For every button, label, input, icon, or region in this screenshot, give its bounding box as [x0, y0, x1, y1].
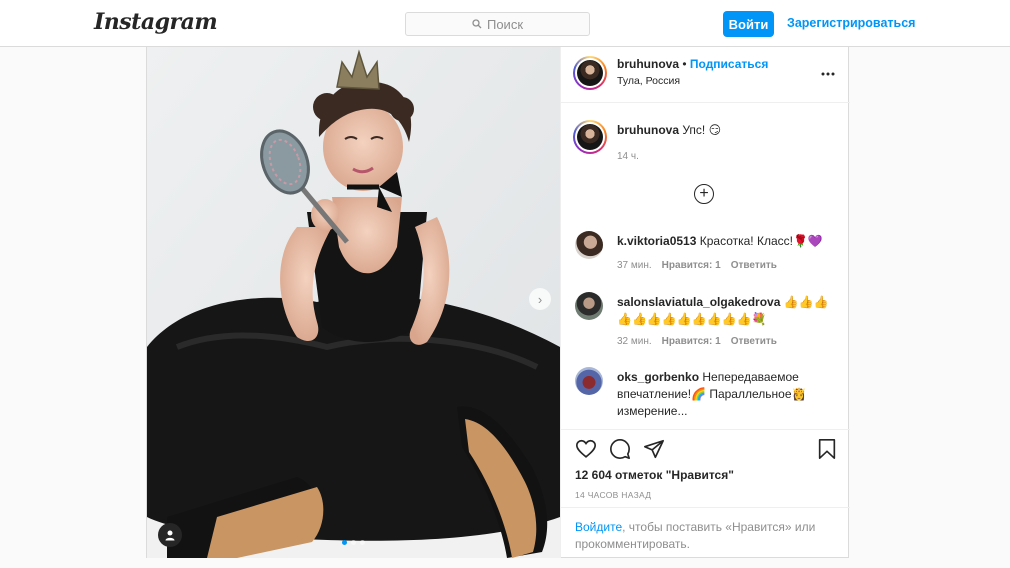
- commenter-avatar[interactable]: [575, 367, 603, 395]
- caption-username[interactable]: bruhunova: [617, 123, 679, 137]
- comment: oks_gorbenko Непередаваемое впечатление!…: [575, 367, 840, 419]
- actions-divider: [561, 429, 850, 430]
- top-navbar: Instagram Поиск Войти Зарегистрироваться: [0, 0, 1010, 47]
- comment-text: Красотка! Класс!🌹💜: [699, 234, 823, 248]
- comment-username[interactable]: salonslaviatula_olgakedrova: [617, 295, 780, 309]
- comment: k.viktoria0513 Красотка! Класс!🌹💜 37 мин…: [575, 231, 840, 279]
- search-placeholder: Поиск: [486, 16, 524, 32]
- user-icon: [165, 530, 175, 541]
- carousel-dot: [360, 540, 365, 545]
- commenter-avatar[interactable]: [575, 231, 603, 259]
- like-heart-icon[interactable]: [575, 438, 597, 460]
- share-icon[interactable]: [643, 438, 665, 460]
- separator-dot: •: [682, 57, 687, 71]
- carousel-dot: [351, 540, 356, 545]
- login-link[interactable]: Войдите: [575, 520, 622, 534]
- save-bookmark-icon[interactable]: [817, 438, 837, 460]
- author-username[interactable]: bruhunova: [617, 57, 679, 71]
- comment-body: salonslaviatula_olgakedrova 👍👍👍👍👍👍👍👍👍👍👍👍…: [617, 294, 843, 328]
- post-timestamp[interactable]: 14 ЧАСОВ НАЗАД: [575, 490, 651, 500]
- tagged-users-button[interactable]: [158, 523, 182, 547]
- chevron-right-icon: ›: [537, 291, 543, 307]
- reply-button[interactable]: Ответить: [731, 260, 777, 271]
- post-card: › bruhunova • Подписаться Тула, Россия b…: [146, 47, 850, 558]
- plus-icon: +: [699, 185, 709, 202]
- comment-username[interactable]: k.viktoria0513: [617, 234, 696, 248]
- likes-count[interactable]: 12 604 отметок "Нравится": [575, 468, 734, 482]
- carousel-dot: [342, 540, 347, 545]
- author-line: bruhunova • Подписаться: [617, 57, 768, 71]
- instagram-logo[interactable]: Instagram: [94, 9, 218, 35]
- reply-button[interactable]: Ответить: [731, 336, 777, 347]
- comment-body: oks_gorbenko Непередаваемое впечатление!…: [617, 369, 843, 420]
- photo-illustration: [147, 47, 560, 558]
- search-input[interactable]: Поиск: [405, 12, 590, 36]
- carousel-indicator: [342, 540, 365, 545]
- comment-icon[interactable]: [609, 438, 631, 460]
- post-side-panel: bruhunova • Подписаться Тула, Россия bru…: [560, 47, 850, 558]
- load-more-comments-button[interactable]: +: [694, 184, 714, 204]
- caption-text: Упс! 😏: [682, 123, 722, 137]
- register-link[interactable]: Зарегистрироваться: [787, 16, 915, 30]
- follow-button[interactable]: Подписаться: [690, 57, 768, 71]
- post-location[interactable]: Тула, Россия: [617, 75, 680, 87]
- caption: bruhunova Упс! 😏: [617, 123, 837, 137]
- post-photo[interactable]: ›: [147, 47, 560, 558]
- caption-avatar[interactable]: [573, 120, 607, 154]
- comment-meta: 32 мин. Нравится: 1 Ответить: [617, 336, 777, 347]
- author-avatar[interactable]: [573, 56, 607, 90]
- search-icon: [472, 19, 482, 29]
- comment-username[interactable]: oks_gorbenko: [617, 370, 699, 384]
- login-prompt: Войдите, чтобы поставить «Нравится» или …: [561, 507, 850, 558]
- comment: salonslaviatula_olgakedrova 👍👍👍👍👍👍👍👍👍👍👍👍…: [575, 292, 840, 352]
- comment-meta: 37 мин. Нравится: 1 Ответить: [617, 260, 777, 271]
- comment-likes[interactable]: Нравится: 1: [662, 260, 721, 271]
- more-options-icon[interactable]: [821, 63, 835, 81]
- next-slide-button[interactable]: ›: [529, 288, 551, 310]
- caption-timestamp[interactable]: 14 ч.: [617, 151, 639, 162]
- comment-body: k.viktoria0513 Красотка! Класс!🌹💜: [617, 233, 843, 250]
- comment-time[interactable]: 32 мин.: [617, 336, 652, 347]
- commenter-avatar[interactable]: [575, 292, 603, 320]
- post-header: bruhunova • Подписаться Тула, Россия: [561, 47, 850, 103]
- login-button[interactable]: Войти: [723, 11, 774, 37]
- comment-time[interactable]: 37 мин.: [617, 260, 652, 271]
- comment-likes[interactable]: Нравится: 1: [662, 336, 721, 347]
